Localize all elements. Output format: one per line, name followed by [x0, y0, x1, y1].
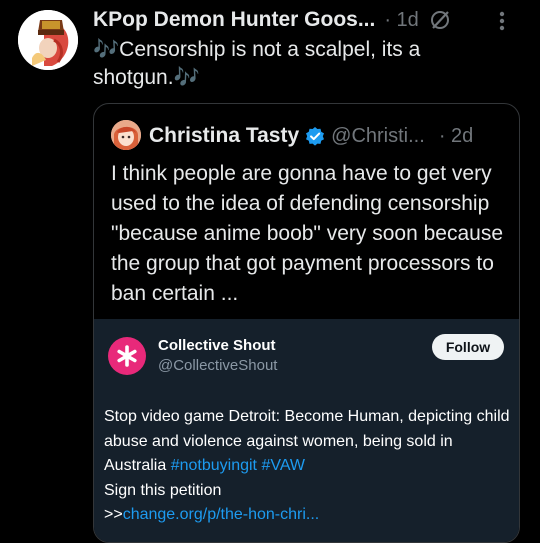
card-author-handle[interactable]: @CollectiveShout: [158, 357, 277, 374]
author-avatar[interactable]: [18, 10, 78, 70]
collective-shout-avatar[interactable]: [108, 337, 146, 375]
post-text: 🎶Censorship is not a scalpel, its a shot…: [93, 38, 421, 89]
follow-button[interactable]: Follow: [432, 334, 504, 360]
post: KPop Demon Hunter Goos... · 1d 🎶Censorsh…: [0, 0, 540, 543]
author-line: KPop Demon Hunter Goos... · 1d: [93, 6, 533, 34]
embedded-post-card[interactable]: Collective Shout @CollectiveShout Follow…: [94, 319, 519, 542]
verified-badge-icon[interactable]: [305, 126, 325, 146]
hashtag-vaw[interactable]: #VAW: [261, 457, 305, 474]
card-petition-line: Sign this petition: [104, 481, 222, 499]
quote-avatar[interactable]: [111, 120, 141, 150]
asterisk-icon: [117, 345, 137, 367]
card-author-name[interactable]: Collective Shout: [158, 337, 276, 354]
card-text-main: Stop video game Detroit: Become Human, d…: [104, 408, 510, 474]
card-link[interactable]: change.org/p/the-hon-chri...: [123, 506, 320, 523]
author-name[interactable]: KPop Demon Hunter Goos...: [93, 8, 375, 32]
avatar-image: [18, 10, 78, 70]
quote-header: Christina Tasty @Christi... · 2d: [149, 120, 514, 152]
card-link-prefix: >>: [104, 506, 123, 523]
more-icon[interactable]: [498, 10, 506, 32]
quote-author-handle[interactable]: @Christi...: [331, 125, 425, 148]
post-time[interactable]: · 1d: [384, 9, 418, 32]
quote-text: I think people are gonna have to get ver…: [111, 162, 503, 305]
hashtag-notbuyingit[interactable]: #notbuyingit: [171, 457, 257, 474]
card-text: Stop video game Detroit: Become Human, d…: [104, 405, 514, 528]
quote-author-name[interactable]: Christina Tasty: [149, 124, 299, 148]
grok-icon[interactable]: [429, 9, 451, 31]
quote-avatar-image: [111, 120, 141, 150]
quote-time[interactable]: · 2d: [439, 125, 473, 148]
quoted-post[interactable]: Christina Tasty @Christi... · 2d I think…: [93, 103, 520, 543]
